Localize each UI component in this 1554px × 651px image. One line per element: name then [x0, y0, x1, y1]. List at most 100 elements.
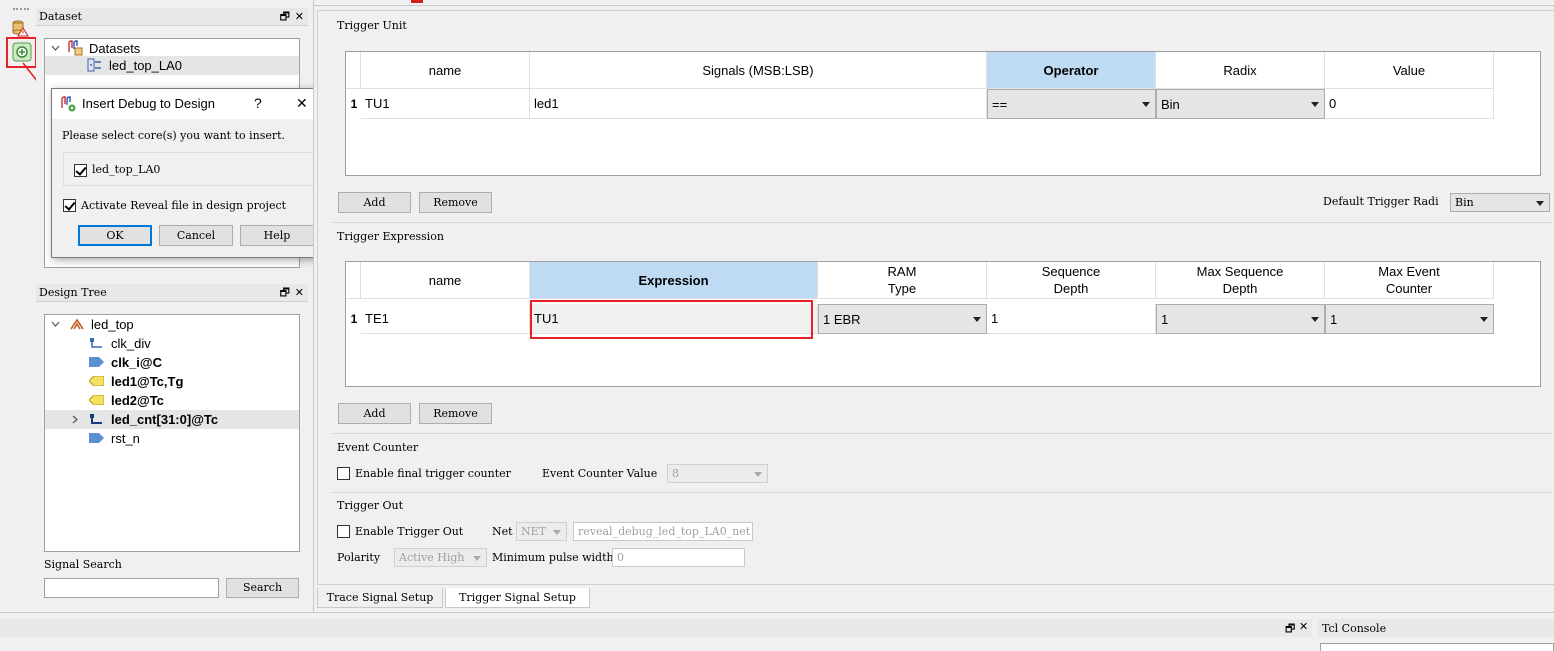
design-tree-panel: Design Tree 🗗 ✕ led_top clk_div clk_i@C [36, 284, 308, 612]
signal-search-input[interactable] [44, 578, 219, 598]
close-icon[interactable]: ✕ [295, 8, 304, 26]
close-icon[interactable]: ✕ [1299, 620, 1308, 633]
design-tree-panel-title: Design Tree 🗗 ✕ [36, 284, 308, 302]
tree-label: led2@Tc [111, 393, 164, 408]
trigger-expression-title: Trigger Expression [337, 230, 445, 243]
ram-type-select[interactable]: 1 EBR [818, 304, 987, 334]
enable-final-trigger-counter-checkbox[interactable] [337, 467, 350, 480]
core-checkbox[interactable] [74, 164, 87, 177]
chevron-down-icon [553, 530, 561, 535]
dialog-title: Insert Debug to Design [82, 96, 215, 111]
chevron-down-icon [1480, 317, 1488, 322]
default-radix-select[interactable]: Bin [1450, 193, 1550, 212]
close-icon[interactable]: ✕ [296, 95, 308, 112]
net-label: Net [492, 525, 513, 538]
table-cell-signals[interactable]: led1 [530, 89, 987, 119]
float-icon[interactable]: 🗗 [280, 8, 290, 26]
remove-trigger-expression-button[interactable]: Remove [419, 403, 492, 424]
minimum-pulse-width-field[interactable]: 0 [612, 548, 745, 567]
tree-row-led1[interactable]: led1@Tc,Tg [45, 372, 299, 391]
tree-label: clk_div [111, 336, 151, 351]
column-header-radix[interactable]: Radix [1156, 52, 1325, 89]
select-value: 8 [672, 467, 679, 480]
column-header-name[interactable]: name [361, 262, 530, 299]
event-counter-title: Event Counter [337, 441, 419, 454]
enable-trigger-out-checkbox[interactable] [337, 525, 350, 538]
table-cell-name[interactable]: TU1 [361, 89, 530, 119]
insert-debug-icon[interactable] [12, 42, 32, 62]
column-header-name[interactable]: name [361, 52, 530, 89]
chevron-down-icon [754, 472, 762, 477]
dialog-titlebar: Insert Debug to Design ? ✕ [52, 89, 325, 119]
input-port-icon [89, 433, 104, 443]
chevron-down-icon[interactable] [51, 320, 60, 329]
trigger-expression-table: name Expression RAM Type Sequence Depth … [345, 261, 1541, 387]
column-header-sequence-depth[interactable]: Sequence Depth [987, 262, 1156, 299]
tab-trigger-signal-setup[interactable]: Trigger Signal Setup [445, 588, 590, 608]
help-icon[interactable]: ? [254, 95, 262, 111]
tree-label: led_top [91, 317, 134, 332]
panel-title-text: Dataset [39, 10, 82, 23]
tree-row-core[interactable]: led_top_LA0 [45, 56, 299, 75]
float-icon[interactable]: 🗗 [1285, 620, 1295, 639]
select-value: Active High [399, 551, 465, 564]
search-button[interactable]: Search [226, 578, 299, 598]
tree-row-clk-i[interactable]: clk_i@C [45, 353, 299, 372]
tree-label: led_cnt[31:0]@Tc [111, 412, 219, 427]
insert-debug-icon [61, 96, 76, 112]
column-header-expression[interactable]: Expression [530, 262, 818, 299]
tree-label: clk_i@C [111, 355, 162, 370]
tree-row-led2[interactable]: led2@Tc [45, 391, 299, 410]
design-tree: led_top clk_div clk_i@C led1@Tc,Tg led2@… [44, 314, 300, 552]
output-port-icon [89, 376, 104, 386]
minimum-pulse-width-label: Minimum pulse width [492, 551, 614, 564]
column-header-max-event-counter[interactable]: Max Event Counter [1325, 262, 1494, 299]
close-icon[interactable]: ✕ [295, 284, 304, 302]
tree-row-root[interactable]: led_top [45, 315, 299, 334]
polarity-select[interactable]: Active High [394, 548, 487, 567]
table-cell-value[interactable]: 0 [1325, 89, 1494, 119]
tree-row-led-cnt[interactable]: led_cnt[31:0]@Tc [45, 410, 299, 429]
dataset-panel-title: Dataset 🗗 ✕ [36, 8, 308, 26]
radix-select[interactable]: Bin [1156, 89, 1325, 119]
column-header-ram-type[interactable]: RAM Type [818, 262, 987, 299]
activate-checkbox[interactable] [63, 199, 76, 212]
table-cell-name[interactable]: TE1 [361, 304, 530, 334]
dataset-icon [68, 40, 83, 56]
help-button[interactable]: Help [240, 225, 314, 246]
chevron-down-icon[interactable] [51, 44, 60, 53]
operator-select[interactable]: == [987, 89, 1156, 119]
chevron-right-icon[interactable] [71, 415, 80, 424]
tab-indicator [411, 0, 423, 3]
input-port-icon [89, 357, 104, 367]
highlight-box [530, 300, 813, 339]
float-icon[interactable]: 🗗 [280, 284, 290, 302]
column-header-signals[interactable]: Signals (MSB:LSB) [530, 52, 987, 89]
core-item-label: led_top_LA0 [92, 163, 161, 176]
net-name-field[interactable]: reveal_debug_led_top_LA0_net [573, 522, 753, 541]
add-trigger-unit-button[interactable]: Add [338, 192, 411, 213]
event-counter-value-select[interactable]: 8 [667, 464, 768, 483]
dataset-warning-icon[interactable] [11, 19, 29, 37]
tab-trace-signal-setup[interactable]: Trace Signal Setup [317, 588, 443, 608]
ok-button[interactable]: OK [78, 225, 152, 246]
column-header-max-sequence-depth[interactable]: Max Sequence Depth [1156, 262, 1325, 299]
net-type-select[interactable]: NET [516, 522, 567, 541]
select-value: 1 [1161, 312, 1169, 327]
table-cell-sequence-depth[interactable]: 1 [987, 304, 1156, 334]
max-event-counter-select[interactable]: 1 [1325, 304, 1494, 334]
column-header-operator[interactable]: Operator [987, 52, 1156, 89]
tree-label: led1@Tc,Tg [111, 374, 184, 389]
divider [332, 222, 1552, 223]
polarity-label: Polarity [337, 551, 381, 564]
tcl-console-titlebar: Tcl Console [1318, 619, 1554, 637]
bottom-dock: 🗗 ✕ Tcl Console [0, 612, 1554, 651]
max-sequence-depth-select[interactable]: 1 [1156, 304, 1325, 334]
column-header-value[interactable]: Value [1325, 52, 1494, 89]
remove-trigger-unit-button[interactable]: Remove [419, 192, 492, 213]
cancel-button[interactable]: Cancel [159, 225, 233, 246]
chevron-down-icon [1311, 317, 1319, 322]
tree-row-clk-div[interactable]: clk_div [45, 334, 299, 353]
tree-row-rst-n[interactable]: rst_n [45, 429, 299, 448]
add-trigger-expression-button[interactable]: Add [338, 403, 411, 424]
